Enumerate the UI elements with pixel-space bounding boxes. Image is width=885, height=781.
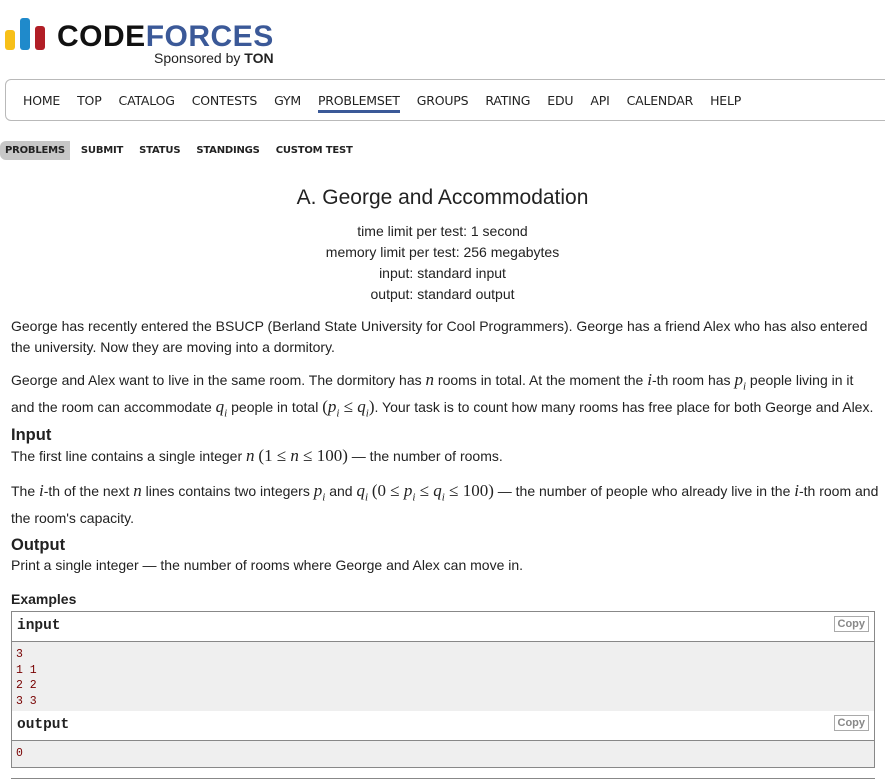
output-section-title: Output — [11, 536, 66, 554]
text: — the number of rooms. — [351, 448, 503, 464]
logo-wordmark: CODEFORCES — [57, 20, 274, 54]
logo-code-text: CODE — [57, 20, 146, 53]
math-n-range: (1 ≤ n ≤ 100) — [258, 446, 348, 465]
menu-catalog[interactable]: CATALOG — [119, 93, 175, 113]
statement-paragraph-2: George and Alex want to live in the same… — [11, 370, 879, 424]
sponsor-prefix: Sponsored by — [154, 50, 241, 66]
problem-title: A. George and Accommodation — [296, 186, 589, 209]
statement-paragraph-1: George has recently entered the BSUCP (B… — [11, 318, 868, 355]
menu-gym[interactable]: GYM — [274, 93, 301, 113]
menu-rating[interactable]: RATING — [485, 93, 530, 113]
text: lines contains two integers — [145, 483, 310, 499]
logo-bar-yellow — [5, 30, 15, 50]
sponsor-name[interactable]: TON — [244, 50, 273, 66]
example-output-text[interactable]: 0 — [12, 741, 874, 767]
output-paragraph: Print a single integer — the number of r… — [11, 557, 524, 573]
menu-top[interactable]: TOP — [77, 93, 102, 113]
math-pq-range: (0 ≤ pi ≤ qi ≤ 100) — [371, 481, 494, 504]
text: . Your task is to count how many rooms h… — [374, 398, 874, 415]
text: George and Alex want to live in the same… — [11, 372, 422, 388]
main-menu: HOME TOP CATALOG CONTESTS GYM PROBLEMSET… — [5, 79, 885, 121]
examples-title: Examples — [11, 591, 77, 607]
example-output-header: output Copy — [12, 711, 874, 741]
tab-standings[interactable]: STANDINGS — [191, 141, 264, 160]
menu-groups[interactable]: GROUPS — [417, 93, 469, 113]
logo-bars-icon — [5, 18, 47, 50]
text: and — [329, 483, 353, 499]
text: -th room has — [651, 372, 731, 388]
bottom-divider — [11, 778, 875, 779]
math-n: n — [246, 446, 255, 465]
text: The — [11, 483, 36, 499]
math-qi: qi — [215, 396, 228, 420]
tab-submit[interactable]: SUBMIT — [76, 141, 128, 160]
menu-home[interactable]: HOME — [23, 93, 60, 113]
text: rooms in total. At the moment the — [437, 372, 644, 388]
example-output-box: output Copy 0 — [11, 711, 875, 768]
math-qi: qi — [356, 481, 368, 504]
input-section-title: Input — [11, 426, 52, 444]
math-n: n — [425, 370, 435, 389]
input-paragraph-1: The first line contains a single integer… — [11, 446, 879, 467]
text: — the number of people who already live … — [497, 483, 791, 499]
menu-contests[interactable]: CONTESTS — [192, 93, 258, 113]
tab-status[interactable]: STATUS — [134, 141, 185, 160]
example-input-label: input — [17, 618, 61, 634]
problem-limits: time limit per test: 1 second memory lim… — [0, 221, 885, 305]
copy-output-button[interactable]: Copy — [833, 715, 869, 731]
menu-calendar[interactable]: CALENDAR — [627, 93, 694, 113]
menu-api[interactable]: API — [590, 93, 609, 113]
example-input-text[interactable]: 3 1 1 2 2 3 3 — [12, 642, 874, 712]
input-paragraph-2: The i-th of the next n lines contains tw… — [11, 481, 879, 528]
output-spec: output: standard output — [370, 286, 515, 302]
sponsor-line: Sponsored by TON — [154, 50, 274, 66]
logo-bar-red — [35, 26, 45, 50]
menu-help[interactable]: HELP — [710, 93, 741, 113]
tab-custom-test[interactable]: CUSTOM TEST — [271, 141, 358, 160]
text: The first line contains a single integer — [11, 448, 243, 464]
menu-edu[interactable]: EDU — [547, 93, 573, 113]
example-output-label: output — [17, 717, 70, 733]
math-pi: pi — [313, 481, 326, 504]
text: people in total — [231, 398, 319, 415]
tab-problems[interactable]: PROBLEMS — [0, 141, 70, 160]
math-pi: pi — [734, 370, 747, 393]
math-n: n — [133, 481, 142, 500]
example-input-box: input Copy 3 1 1 2 2 3 3 — [11, 611, 875, 713]
math-pi-le-qi: (pi ≤ qi) — [322, 396, 375, 420]
input-spec: input: standard input — [379, 265, 506, 281]
memory-limit: memory limit per test: 256 megabytes — [325, 244, 560, 260]
menu-problemset[interactable]: PROBLEMSET — [317, 93, 400, 113]
example-input-header: input Copy — [12, 612, 874, 642]
logo-bar-blue — [20, 18, 30, 50]
logo-forces-text: FORCES — [145, 20, 274, 53]
text: -th of the next — [43, 483, 130, 499]
time-limit: time limit per test: 1 second — [357, 223, 528, 239]
copy-input-button[interactable]: Copy — [833, 616, 869, 632]
second-menu: PROBLEMS SUBMIT STATUS STANDINGS CUSTOM … — [0, 141, 364, 160]
